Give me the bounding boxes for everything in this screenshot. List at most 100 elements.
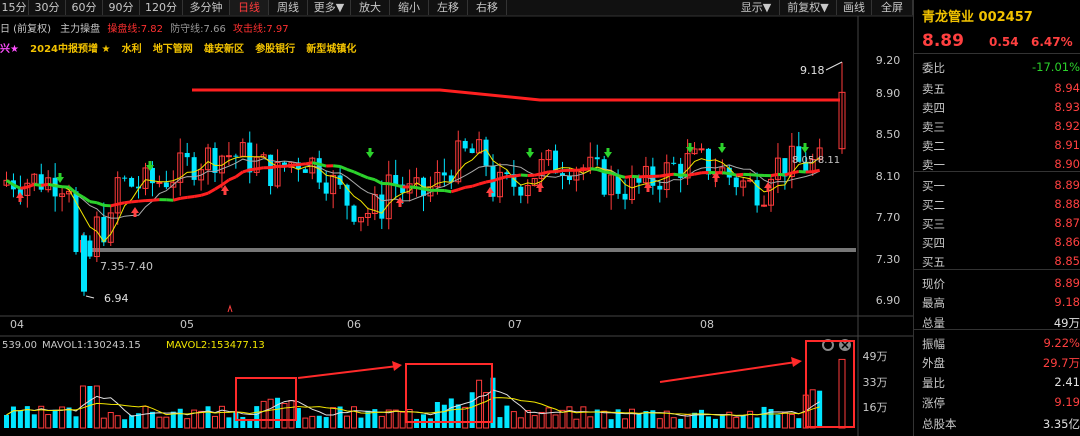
candle-body bbox=[448, 175, 454, 182]
volume-bar bbox=[323, 417, 329, 428]
candle-body bbox=[733, 177, 739, 188]
main-ma-segment bbox=[485, 179, 494, 184]
volume-bar bbox=[788, 414, 795, 429]
main-ma-segment bbox=[666, 172, 674, 177]
volume-bar bbox=[656, 418, 663, 429]
volume-bar bbox=[643, 411, 649, 428]
quote-row: 委比 -17.01% bbox=[922, 57, 1080, 77]
volume-bar bbox=[573, 418, 580, 429]
candle-body bbox=[622, 193, 628, 200]
quote-row: 现价 8.89 bbox=[922, 273, 1080, 293]
volume-bar bbox=[267, 398, 274, 429]
main-ma-segment bbox=[631, 174, 640, 179]
quote-row-value: -17.01% bbox=[1032, 60, 1080, 74]
main-ma-segment bbox=[228, 175, 237, 182]
main-ma-segment bbox=[603, 170, 612, 175]
volume-bar bbox=[351, 406, 357, 429]
volume-bar bbox=[601, 410, 608, 429]
volume-bar bbox=[275, 397, 281, 428]
volume-bar bbox=[761, 406, 767, 428]
volume-bar bbox=[414, 418, 420, 428]
volume-bar bbox=[441, 404, 447, 428]
volume-bar bbox=[66, 407, 72, 428]
quote-row-value: 8.91 bbox=[1054, 138, 1080, 152]
high-annotation: 9.18 bbox=[800, 64, 825, 77]
volume-bar bbox=[733, 416, 740, 429]
main-ma-segment bbox=[172, 196, 181, 202]
quote-row: 买一 8.89 bbox=[922, 175, 1080, 195]
volume-bar bbox=[559, 409, 566, 429]
quote-row: 总量 49万 bbox=[922, 312, 1080, 332]
quote-row-label: 卖五 bbox=[922, 82, 945, 96]
candle-body bbox=[657, 185, 663, 190]
main-ma-segment bbox=[291, 163, 299, 167]
candle-body bbox=[601, 159, 607, 195]
volume-bar bbox=[670, 417, 677, 429]
main-ma-segment bbox=[47, 182, 56, 188]
volume-bar bbox=[73, 416, 79, 428]
volume-bar bbox=[524, 410, 531, 429]
main-ma-segment bbox=[513, 173, 522, 178]
volume-bar bbox=[281, 402, 288, 429]
volume-bar bbox=[184, 418, 191, 429]
sell-arrow-icon bbox=[604, 148, 612, 158]
main-ma-segment bbox=[346, 168, 355, 174]
volume-bar bbox=[198, 410, 205, 429]
candle-body bbox=[337, 175, 343, 185]
main-ma-segment bbox=[270, 164, 278, 170]
volume-bar bbox=[608, 419, 614, 428]
volume-bar bbox=[392, 409, 399, 429]
volume-bar bbox=[455, 404, 461, 428]
main-ma-segment bbox=[117, 201, 125, 206]
main-ma-segment bbox=[200, 191, 209, 197]
price-change-pct: 6.47% bbox=[1031, 35, 1073, 49]
quote-row-value: 8.86 bbox=[1054, 235, 1080, 249]
volume-bar bbox=[212, 415, 218, 429]
quote-row-label: 总股本 bbox=[922, 417, 957, 431]
candle-body bbox=[351, 205, 357, 222]
main-ma-segment bbox=[305, 161, 313, 166]
candle-body bbox=[566, 175, 572, 181]
arrow-line bbox=[297, 365, 399, 379]
price-tick: 9.20 bbox=[876, 54, 901, 67]
candle-body bbox=[122, 177, 128, 179]
kline-chart[interactable]: 9.20 8.90 8.50 8.10 7.70 7.30 6.90 04 05… bbox=[0, 0, 913, 436]
volume-bar bbox=[712, 418, 718, 428]
main-ma-segment bbox=[131, 199, 139, 204]
main-ma-segment bbox=[339, 165, 348, 171]
quote-row-value: 3.35亿 bbox=[1042, 417, 1080, 431]
quote-row-label: 振幅 bbox=[922, 337, 945, 351]
quote-row: 买二 8.88 bbox=[922, 194, 1080, 214]
volume-bar bbox=[531, 415, 538, 429]
candle-body bbox=[233, 155, 239, 157]
volume-bar bbox=[817, 390, 823, 428]
volume-bar bbox=[156, 416, 163, 429]
high-pointer bbox=[825, 61, 843, 71]
volume-bar bbox=[629, 408, 635, 429]
main-ma-segment bbox=[41, 182, 49, 187]
resistance-line bbox=[192, 88, 840, 102]
volume-bar bbox=[622, 418, 629, 429]
main-ma-segment bbox=[110, 202, 119, 208]
volume-bar bbox=[552, 414, 559, 429]
main-ma-segment bbox=[555, 169, 563, 174]
ma-line-yellow bbox=[6, 148, 820, 243]
main-ma-segment bbox=[534, 172, 543, 177]
volume-bar bbox=[205, 406, 211, 428]
volume-bar bbox=[31, 414, 37, 428]
volume-bar bbox=[260, 400, 267, 429]
main-ma-segment bbox=[464, 184, 473, 189]
date-tick: 05 bbox=[180, 318, 194, 331]
main-ma-segment bbox=[374, 178, 383, 185]
main-ma-segment bbox=[234, 170, 244, 179]
quote-row-value: 8.93 bbox=[1054, 100, 1080, 114]
vol-legend-1: MAVOL1:130243.15 bbox=[42, 340, 141, 351]
volume-bar bbox=[719, 414, 725, 428]
volume-bar bbox=[678, 418, 684, 428]
quote-row: 买三 8.87 bbox=[922, 213, 1080, 233]
volume-bar bbox=[344, 415, 351, 429]
candle-body bbox=[705, 148, 711, 175]
candle-body bbox=[594, 157, 600, 160]
main-ma-segment bbox=[180, 195, 188, 200]
main-ma-segment bbox=[353, 170, 362, 177]
